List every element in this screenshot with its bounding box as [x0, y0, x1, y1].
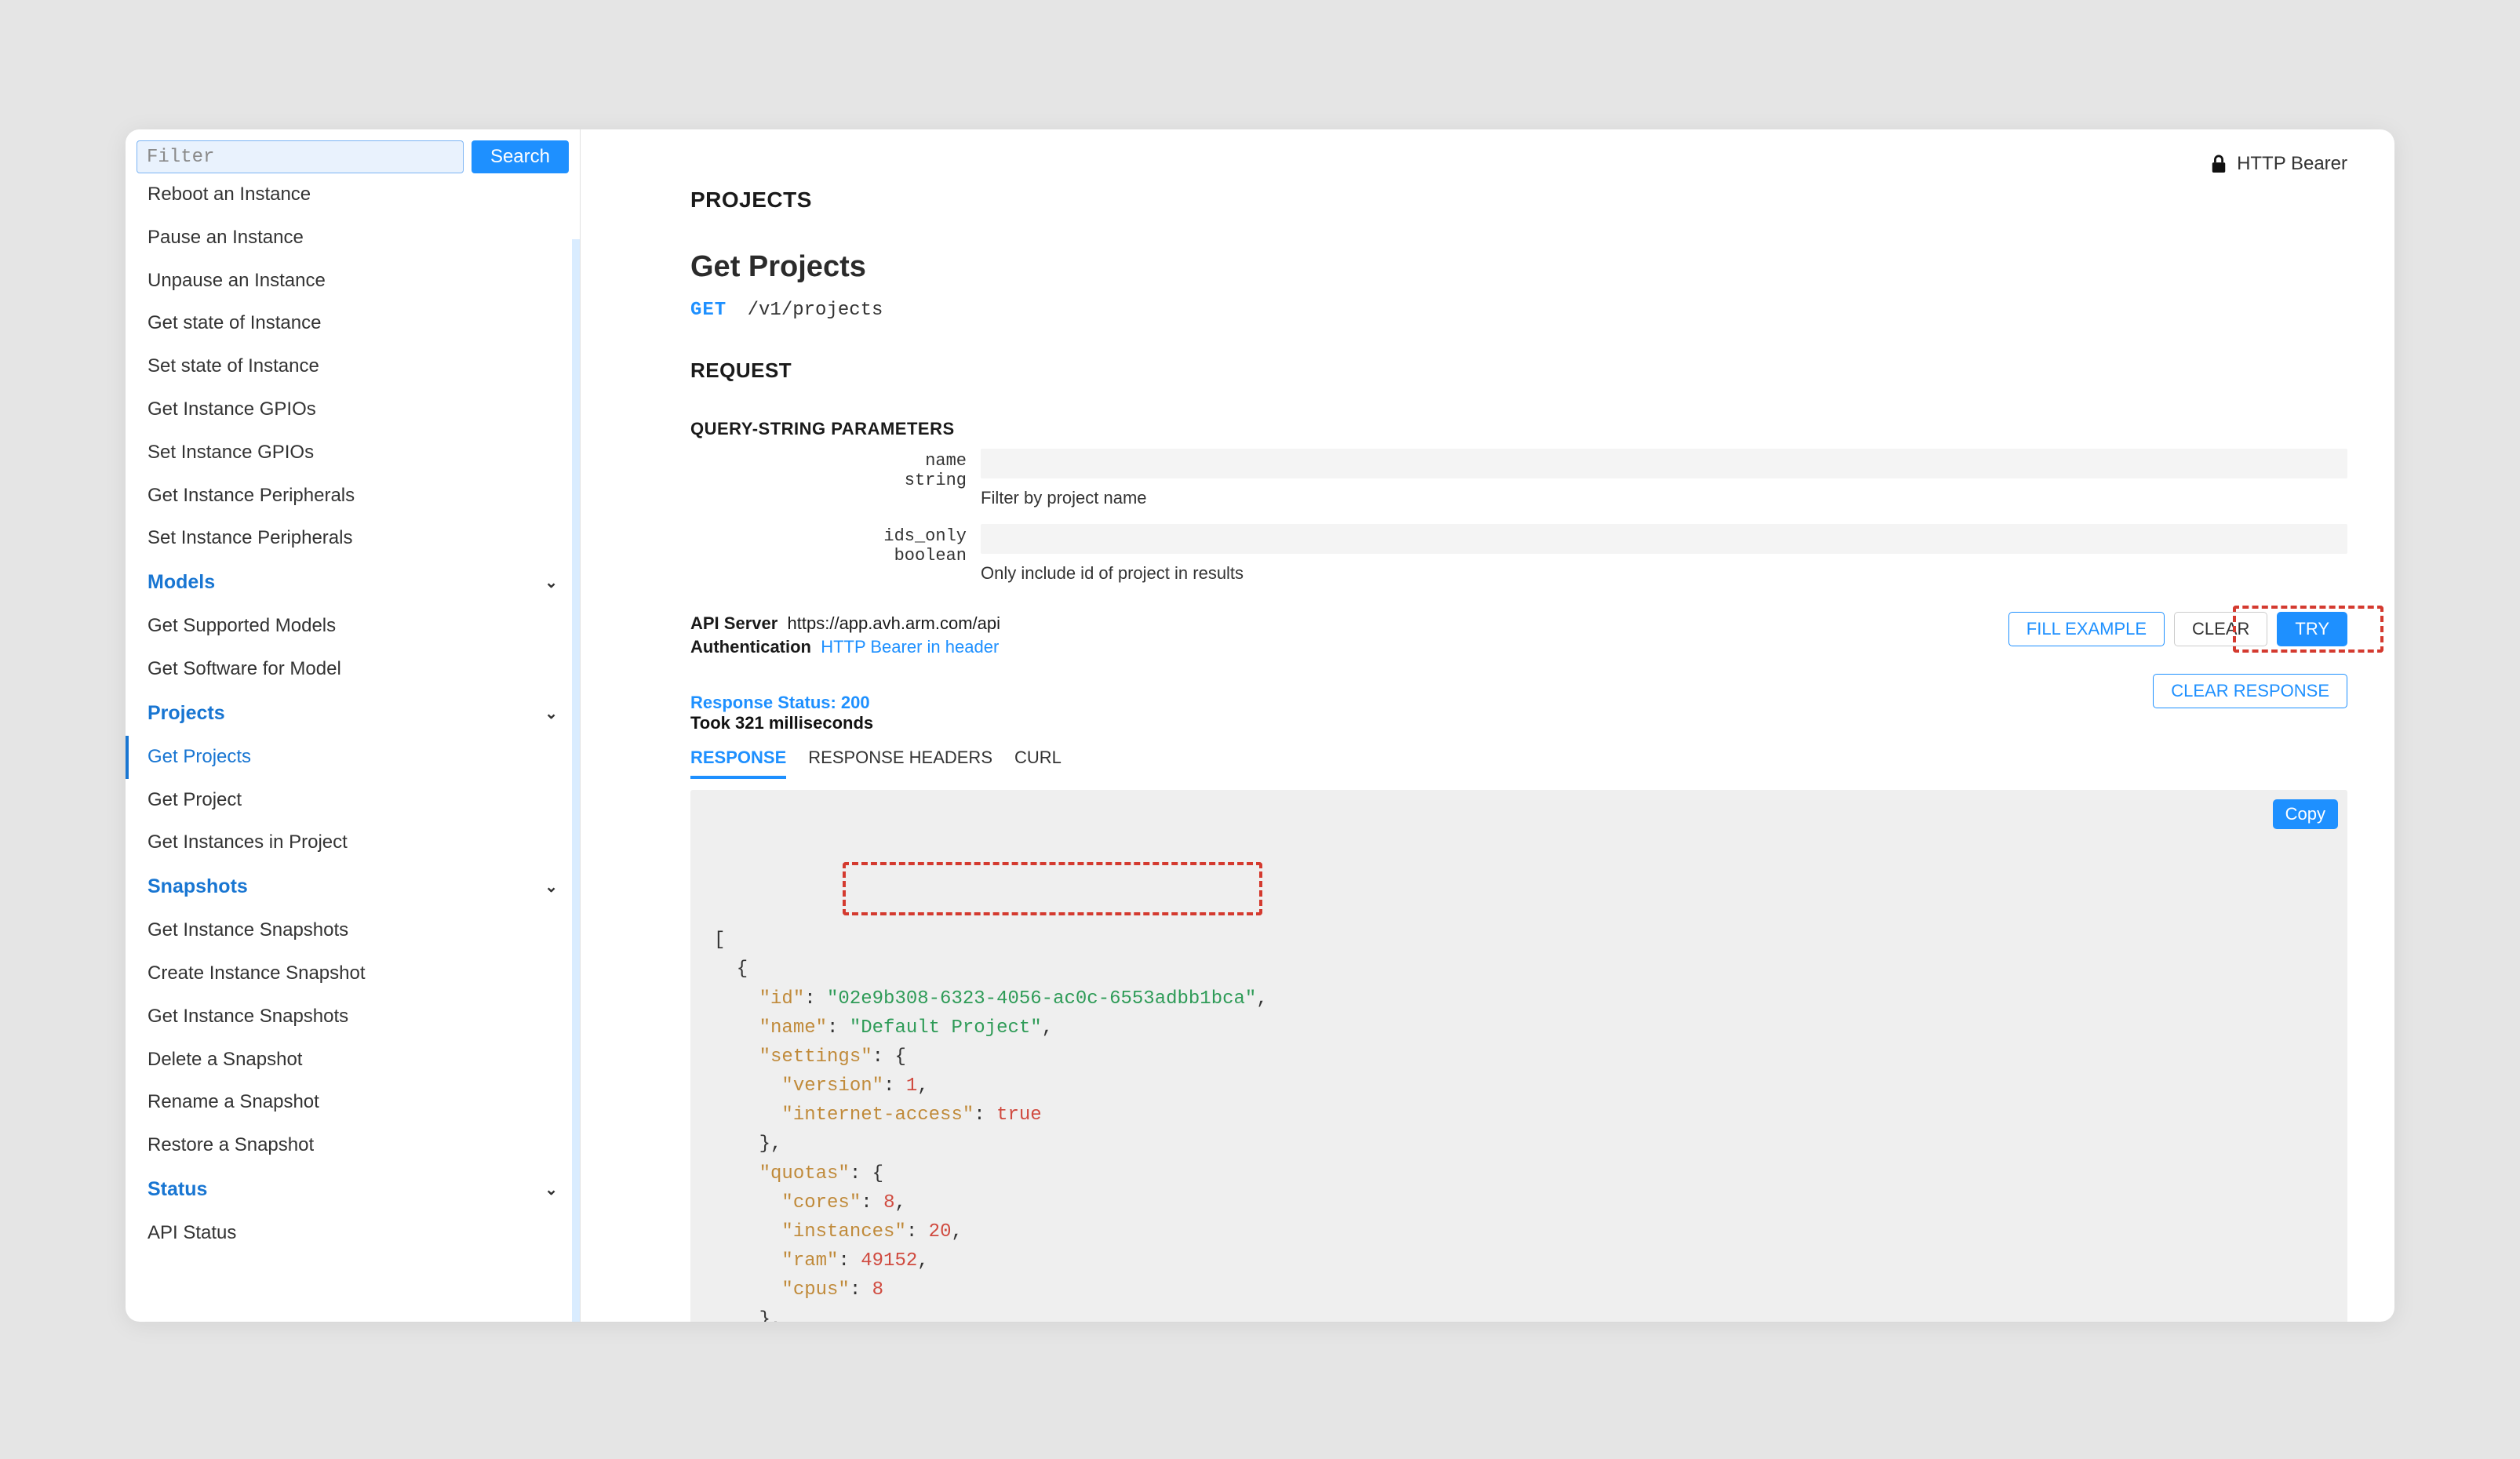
sidebar-nav: Reboot an Instance Pause an Instance Unp…: [126, 173, 580, 1255]
qsp-heading: QUERY-STRING PARAMETERS: [690, 419, 2347, 439]
response-tabs: RESPONSE RESPONSE HEADERS CURL: [690, 748, 2347, 779]
sidebar-item[interactable]: Set Instance Peripherals: [126, 517, 580, 560]
sidebar-item[interactable]: Create Instance Snapshot: [126, 952, 580, 995]
fill-example-button[interactable]: FILL EXAMPLE: [2008, 612, 2165, 646]
param-row: ids_only boolean Only include id of proj…: [690, 524, 2347, 584]
param-name: ids_only: [690, 526, 967, 546]
annotation-highlight: [843, 862, 1262, 915]
sidebar-item[interactable]: Restore a Snapshot: [126, 1124, 580, 1167]
status-code-label: Response Status: 200: [690, 693, 2347, 713]
sidebar-item[interactable]: Delete a Snapshot: [126, 1039, 580, 1082]
sidebar-item[interactable]: Get state of Instance: [126, 302, 580, 345]
sidebar-item[interactable]: Reboot an Instance: [126, 173, 580, 216]
sidebar-item[interactable]: Get Supported Models: [126, 605, 580, 648]
timing-label: Took 321 milliseconds: [690, 713, 2347, 733]
api-doc-panel: Search Reboot an Instance Pause an Insta…: [126, 129, 2394, 1322]
search-button[interactable]: Search: [472, 140, 569, 173]
action-buttons: FILL EXAMPLE CLEAR TRY: [2008, 612, 2347, 646]
main-content: HTTP Bearer PROJECTS Get Projects GET /v…: [581, 129, 2394, 1322]
api-server-label: API Server: [690, 613, 777, 633]
chevron-down-icon: ⌄: [544, 704, 558, 723]
section-label: Projects: [147, 702, 225, 725]
sidebar-item[interactable]: Get Project: [126, 779, 580, 822]
sidebar-item[interactable]: Set Instance GPIOs: [126, 431, 580, 475]
chevron-down-icon: ⌄: [544, 573, 558, 592]
sidebar-item[interactable]: Pause an Instance: [126, 216, 580, 260]
section-label: Status: [147, 1178, 207, 1201]
request-heading: REQUEST: [690, 358, 2347, 383]
param-input-name[interactable]: [981, 449, 2347, 478]
sidebar-item[interactable]: Get Instance GPIOs: [126, 388, 580, 431]
sidebar-item[interactable]: API Status: [126, 1212, 580, 1255]
clear-button[interactable]: CLEAR: [2174, 612, 2267, 646]
try-button[interactable]: TRY: [2277, 612, 2347, 646]
sidebar-scrollbar[interactable]: [572, 239, 580, 1322]
response-status: Response Status: 200 Took 321 millisecon…: [690, 693, 2347, 733]
sidebar-item-get-projects[interactable]: Get Projects: [126, 736, 580, 779]
tab-response-headers[interactable]: RESPONSE HEADERS: [808, 748, 992, 779]
server-info: API Server https://app.avh.arm.com/api A…: [690, 612, 1000, 658]
param-type: boolean: [690, 546, 967, 566]
api-server-value: https://app.avh.arm.com/api: [788, 613, 1000, 633]
chevron-down-icon: ⌄: [544, 877, 558, 897]
sidebar-section-snapshots[interactable]: Snapshots ⌄: [126, 864, 580, 909]
sidebar-item[interactable]: Unpause an Instance: [126, 260, 580, 303]
param-type: string: [690, 471, 967, 490]
sidebar-item[interactable]: Get Software for Model: [126, 648, 580, 691]
param-desc: Only include id of project in results: [981, 563, 2347, 584]
json-content: [ { "id": "02e9b308-6323-4056-ac0c-6553a…: [714, 926, 2324, 1322]
sidebar-item[interactable]: Rename a Snapshot: [126, 1081, 580, 1124]
sidebar-item[interactable]: Get Instance Snapshots: [126, 909, 580, 952]
sidebar-item[interactable]: Get Instances in Project: [126, 821, 580, 864]
chevron-down-icon: ⌄: [544, 1180, 558, 1199]
sidebar-section-models[interactable]: Models ⌄: [126, 560, 580, 605]
endpoint-title: Get Projects: [690, 250, 2347, 284]
clear-response-button[interactable]: CLEAR RESPONSE: [2153, 674, 2347, 708]
http-path: /v1/projects: [748, 300, 883, 321]
tab-curl[interactable]: CURL: [1014, 748, 1062, 779]
sidebar-item[interactable]: Set state of Instance: [126, 345, 580, 388]
sidebar-item[interactable]: Get Instance Peripherals: [126, 475, 580, 518]
tab-response[interactable]: RESPONSE: [690, 748, 786, 779]
auth-label: Authentication: [690, 637, 811, 657]
auth-link[interactable]: HTTP Bearer in header: [821, 637, 999, 657]
sidebar-item[interactable]: Get Instance Snapshots: [126, 995, 580, 1039]
response-body: Copy [ { "id": "02e9b308-6323-4056-ac0c-…: [690, 790, 2347, 1322]
lock-icon: [2210, 154, 2227, 174]
section-label: Snapshots: [147, 875, 248, 898]
param-name: name: [690, 451, 967, 471]
sidebar-section-status[interactable]: Status ⌄: [126, 1167, 580, 1212]
param-row: name string Filter by project name: [690, 449, 2347, 508]
auth-badge-label: HTTP Bearer: [2237, 153, 2347, 175]
sidebar-section-projects[interactable]: Projects ⌄: [126, 691, 580, 736]
param-desc: Filter by project name: [981, 488, 2347, 508]
param-input-ids-only[interactable]: [981, 524, 2347, 554]
copy-button[interactable]: Copy: [2273, 799, 2338, 829]
sidebar: Search Reboot an Instance Pause an Insta…: [126, 129, 581, 1322]
endpoint-signature: GET /v1/projects: [690, 300, 2347, 321]
section-label: Models: [147, 571, 215, 594]
filter-input[interactable]: [137, 140, 464, 173]
auth-badge[interactable]: HTTP Bearer: [2210, 153, 2347, 175]
breadcrumb: PROJECTS: [690, 187, 2347, 213]
http-method: GET: [690, 300, 727, 321]
